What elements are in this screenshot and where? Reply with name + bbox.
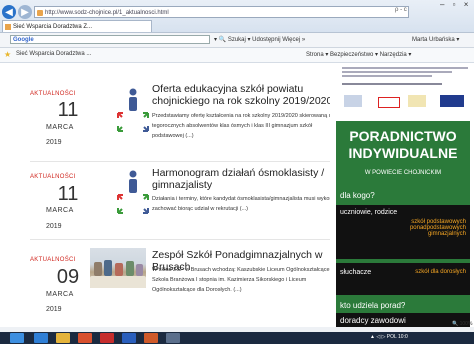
address-search-icon[interactable]: ρ - c xyxy=(395,7,407,13)
article-month: MARCA xyxy=(46,207,74,214)
favorites-bar: ★ Sieć Wsparcia Doradztwa ... Strona ▾ B… xyxy=(0,48,474,63)
career-direction-icon xyxy=(117,170,149,214)
article-month: MARCA xyxy=(46,291,74,298)
google-search-input[interactable]: Google xyxy=(10,35,210,44)
sidebar-ad[interactable]: PORADNICTWO INDYWIDUALNE W POWIECIE CHOJ… xyxy=(330,63,474,327)
divider xyxy=(30,161,330,162)
google-tools[interactable]: ▾ 🔍 Szukaj ▾ Udostępnij Więcej » xyxy=(214,36,305,43)
ie-taskbar-icon[interactable] xyxy=(34,333,48,343)
article-excerpt: Działania i terminy, które kandydat ósmo… xyxy=(152,196,342,212)
article-month: MARCA xyxy=(46,124,74,131)
pdf-taskbar-icon[interactable] xyxy=(100,333,114,343)
window-controls[interactable]: – ▫ × xyxy=(440,0,471,9)
audience-listeners: słuchacze xyxy=(340,269,372,276)
explorer-taskbar-icon[interactable] xyxy=(56,333,70,343)
banner-audience-box: uczniowie, rodzice szkół podstawowych po… xyxy=(336,205,470,259)
tab-favicon-icon xyxy=(5,24,11,30)
region-logo-icon xyxy=(408,95,426,107)
banner-question-advisor: kto udziela porad? xyxy=(340,301,406,310)
article-title[interactable]: Harmonogram działań ósmoklasisty / gimna… xyxy=(152,167,342,191)
article-title[interactable]: Oferta edukacyjna szkół powiatu chojnick… xyxy=(152,83,342,107)
polish-flag-icon xyxy=(378,97,400,108)
article-category[interactable]: AKTUALNOŚCI xyxy=(30,174,76,180)
career-direction-icon xyxy=(117,88,149,132)
app-taskbar-icon[interactable] xyxy=(166,333,180,343)
article-excerpt: W skład ZSP w Brusach wchodzą: Kaszubski… xyxy=(152,267,332,293)
google-brand: Google xyxy=(13,37,34,43)
article-day: 11 xyxy=(57,183,79,205)
eu-flag-icon xyxy=(440,95,464,107)
address-url: http://www.sodz-chojnice.pl/1_aktualnosc… xyxy=(45,10,169,16)
browser-tab[interactable]: Sieć Wsparcia Doradztwa Z... xyxy=(2,20,152,32)
counseling-banner[interactable]: PORADNICTWO INDYWIDUALNE W POWIECIE CHOJ… xyxy=(336,121,470,327)
favorite-site-link[interactable]: Sieć Wsparcia Doradztwa ... xyxy=(16,51,91,57)
audience-adult-schools: szkół dla dorosłych xyxy=(415,269,466,275)
taskbar: ▲ ◁ ▷ POL 10:0 xyxy=(0,332,474,344)
divider xyxy=(30,239,330,240)
address-bar[interactable]: http://www.sodz-chojnice.pl/1_aktualnosc… xyxy=(34,6,409,18)
audience-schools-detail: szkół podstawowych ponadpodstawowych gim… xyxy=(409,219,466,237)
fine-print-line xyxy=(342,83,442,85)
fine-print-line xyxy=(342,75,432,77)
forward-button[interactable]: ▶ xyxy=(18,5,32,19)
banner-headline: PORADNICTWO INDYWIDUALNE xyxy=(348,128,458,161)
system-tray[interactable]: ▲ ◁ ▷ POL 10:0 xyxy=(370,334,408,340)
article-photo[interactable] xyxy=(90,248,146,288)
article-year: 2019 xyxy=(46,306,62,313)
google-toolbar: Google ▾ 🔍 Szukaj ▾ Udostępnij Więcej » … xyxy=(0,33,474,48)
article-category[interactable]: AKTUALNOŚCI xyxy=(30,257,76,263)
tab-label: Sieć Wsparcia Doradztwa Z... xyxy=(13,24,93,30)
zoom-level[interactable]: 🔍 100% xyxy=(452,321,472,327)
banner-advisor-box: doradcy zawodowi xyxy=(336,313,470,327)
command-bar[interactable]: Strona ▾ Bezpieczeństwo ▾ Narzędzia ▾ xyxy=(306,51,411,58)
eu-logo-icon xyxy=(344,95,362,107)
article-category[interactable]: AKTUALNOŚCI xyxy=(30,91,76,97)
banner-audience-box: słuchacze szkół dla dorosłych xyxy=(336,263,470,295)
fine-print-line xyxy=(342,71,452,73)
article-year: 2019 xyxy=(46,223,62,230)
article-day: 09 xyxy=(56,266,80,288)
back-button[interactable]: ◀ xyxy=(2,5,16,19)
tray-icons: ▲ ◁ ▷ POL xyxy=(370,334,397,340)
article-day: 11 xyxy=(57,99,79,121)
google-user[interactable]: Marta Urbańska ▾ xyxy=(412,36,459,43)
article-excerpt: Przedstawiamy ofertę kształcenia na rok … xyxy=(152,113,335,139)
site-favicon-icon xyxy=(37,10,43,16)
powerpoint-taskbar-icon[interactable] xyxy=(144,333,158,343)
banner-question-who: dla kogo? xyxy=(340,191,375,200)
article-year: 2019 xyxy=(46,139,62,146)
banner-subline: W POWIECIE CHOJNICKIM xyxy=(364,170,442,176)
word-taskbar-icon[interactable] xyxy=(122,333,136,343)
chrome-taskbar-icon[interactable] xyxy=(78,333,92,343)
start-button-icon[interactable] xyxy=(10,333,24,343)
favorites-star-icon[interactable]: ★ xyxy=(4,50,11,59)
fine-print-line xyxy=(342,67,468,69)
clock: 10:0 xyxy=(398,334,408,340)
advisor-answer: doradcy zawodowi xyxy=(340,316,406,325)
eu-funding-logos xyxy=(336,63,470,121)
audience-students-parents: uczniowie, rodzice xyxy=(340,209,398,216)
